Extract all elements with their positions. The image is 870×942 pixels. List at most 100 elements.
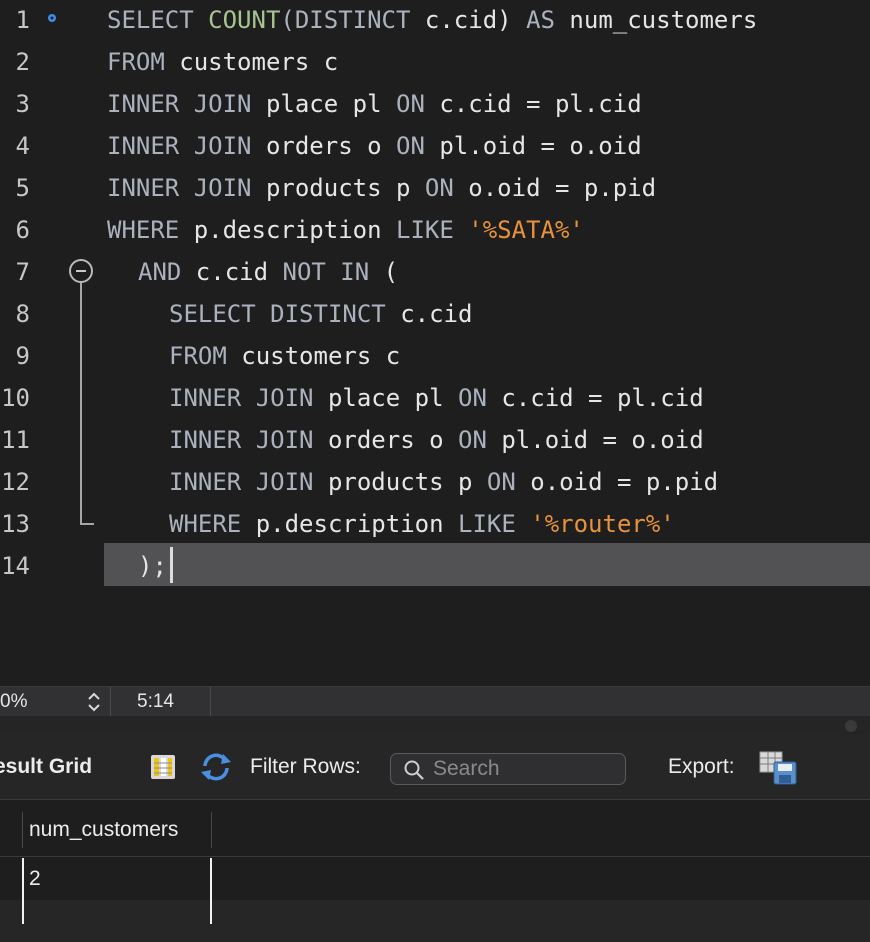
code-text[interactable]: INNER JOIN products p ON o.oid = p.pid xyxy=(107,168,656,210)
search-icon xyxy=(404,760,424,780)
code-text[interactable]: INNER JOIN orders o ON pl.oid = o.oid xyxy=(107,126,642,168)
line-number: 6 xyxy=(15,216,30,244)
table-row[interactable]: 2 xyxy=(0,858,870,900)
panel-splitter[interactable] xyxy=(0,716,870,734)
splitter-grip-icon[interactable] xyxy=(845,720,857,732)
line-number: 10 xyxy=(1,384,30,412)
code-line[interactable]: 10 INNER JOIN place pl ON c.cid = pl.cid xyxy=(0,378,870,420)
table-row-empty xyxy=(0,900,870,942)
code-token-keyword: NOT IN xyxy=(282,258,384,286)
code-token-keyword: ON xyxy=(396,90,440,118)
code-token-plain: c.cid xyxy=(195,258,283,286)
code-line[interactable]: 5 INNER JOIN products p ON o.oid = p.pid xyxy=(0,168,870,210)
code-line[interactable]: 3 INNER JOIN place pl ON c.cid = pl.cid xyxy=(0,84,870,126)
grid-header: num_customers xyxy=(0,800,870,857)
code-token-keyword: AND xyxy=(138,258,196,286)
code-line[interactable]: 7 AND c.cid NOT IN ( xyxy=(0,252,870,294)
code-text[interactable]: INNER JOIN place pl ON c.cid = pl.cid xyxy=(169,378,704,420)
grid-columns-icon[interactable] xyxy=(150,754,176,780)
status-divider xyxy=(210,687,211,717)
code-text[interactable]: INNER JOIN place pl ON c.cid = pl.cid xyxy=(107,84,642,126)
filter-rows-label: Filter Rows: xyxy=(250,755,361,778)
code-token-plain: pl.oid = o.oid xyxy=(439,132,642,160)
result-grid[interactable]: num_customers 2 xyxy=(0,800,870,942)
code-line[interactable]: 12 INNER JOIN products p ON o.oid = p.pid xyxy=(0,462,870,504)
code-text[interactable]: INNER JOIN products p ON o.oid = p.pid xyxy=(169,462,718,504)
code-text[interactable]: WHERE p.description LIKE '%router%' xyxy=(169,504,675,546)
code-token-plain: pl.oid = o.oid xyxy=(501,426,704,454)
zoom-stepper-chevron-icon[interactable] xyxy=(84,690,104,714)
export-label: Export: xyxy=(668,755,735,778)
code-line[interactable]: 13 WHERE p.description LIKE '%router%' xyxy=(0,504,870,546)
code-text[interactable]: FROM customers c xyxy=(107,42,338,84)
column-header-num-customers[interactable]: num_customers xyxy=(22,812,212,848)
sql-editor[interactable]: 1 SELECT COUNT(DISTINCT c.cid) AS num_cus… xyxy=(0,0,870,686)
code-token-keyword: AS xyxy=(526,6,570,34)
code-line[interactable]: 2 FROM customers c xyxy=(0,42,870,84)
code-token-plain: o.oid = p.pid xyxy=(468,174,657,202)
code-text[interactable]: AND c.cid NOT IN ( xyxy=(138,252,398,294)
code-token-plain: p.description xyxy=(255,510,458,538)
line-number: 13 xyxy=(1,510,30,538)
line-number: 5 xyxy=(15,174,30,202)
code-token-plain: place pl xyxy=(327,384,458,412)
code-token-plain: products p xyxy=(265,174,425,202)
cursor-position: 5:14 xyxy=(137,691,174,712)
code-token-plain: c.cid xyxy=(400,300,473,328)
code-text[interactable]: WHERE p.description LIKE '%SATA%' xyxy=(107,210,584,252)
code-token-keyword: ON xyxy=(458,384,502,412)
code-token-plain: customers c xyxy=(241,342,401,370)
zoom-level: 0% xyxy=(0,691,28,712)
column-header-label: num_customers xyxy=(29,818,179,841)
cell-value: 2 xyxy=(29,867,41,890)
code-token-plain: orders o xyxy=(265,132,396,160)
code-text[interactable]: SELECT COUNT(DISTINCT c.cid) AS num_cust… xyxy=(107,0,757,42)
code-token-keyword: INNER JOIN xyxy=(107,90,266,118)
code-token-plain: orders o xyxy=(327,426,458,454)
code-token-plain: customers c xyxy=(179,48,339,76)
text-caret xyxy=(170,547,173,583)
code-token-keyword: LIKE xyxy=(396,216,469,244)
code-token-plain: place pl xyxy=(265,90,396,118)
code-token-plain: p.description xyxy=(193,216,396,244)
fold-range-guide xyxy=(80,283,94,525)
code-token-keyword: FROM xyxy=(107,48,180,76)
code-text[interactable]: ); xyxy=(138,546,167,588)
code-token-string: '%SATA%' xyxy=(468,216,584,244)
refresh-icon[interactable] xyxy=(199,752,233,782)
filter-search-box[interactable] xyxy=(390,753,626,785)
code-token-plain: o.oid = p.pid xyxy=(530,468,719,496)
table-cell-empty xyxy=(22,900,212,924)
editor-status-bar: 0% 5:14 xyxy=(0,686,870,717)
code-text[interactable]: INNER JOIN orders o ON pl.oid = o.oid xyxy=(169,420,704,462)
code-token-keyword: SELECT xyxy=(107,6,209,34)
code-line[interactable]: 14); xyxy=(0,546,870,588)
code-token-keyword: WHERE xyxy=(107,216,194,244)
code-token-keyword: INNER JOIN xyxy=(169,426,328,454)
code-token-keyword: INNER JOIN xyxy=(107,174,266,202)
code-token-keyword: INNER JOIN xyxy=(107,132,266,160)
fold-collapse-icon[interactable] xyxy=(69,259,93,283)
code-token-keyword: ON xyxy=(396,132,440,160)
code-line[interactable]: 1 SELECT COUNT(DISTINCT c.cid) AS num_cus… xyxy=(0,0,870,42)
export-save-icon[interactable] xyxy=(758,750,798,786)
code-token-keyword: INNER JOIN xyxy=(169,468,328,496)
code-line[interactable]: 9 FROM customers c xyxy=(0,336,870,378)
code-line[interactable]: 8 SELECT DISTINCT c.cid xyxy=(0,294,870,336)
code-token-string: '%router%' xyxy=(530,510,675,538)
code-token-keyword: ON xyxy=(486,468,531,496)
table-cell[interactable]: 2 xyxy=(22,858,212,900)
code-line[interactable]: 6 WHERE p.description LIKE '%SATA%' xyxy=(0,210,870,252)
code-token-plain: c.cid = pl.cid xyxy=(501,384,704,412)
filter-search-input[interactable] xyxy=(433,754,621,784)
code-line[interactable]: 4 INNER JOIN orders o ON pl.oid = o.oid xyxy=(0,126,870,168)
code-token-keyword: WHERE xyxy=(169,510,256,538)
bookmark-gear-icon[interactable] xyxy=(47,13,57,23)
result-grid-title: esult Grid xyxy=(0,755,93,778)
code-text[interactable]: SELECT DISTINCT c.cid xyxy=(169,294,472,336)
line-number: 8 xyxy=(15,300,30,328)
code-text[interactable]: FROM customers c xyxy=(169,336,400,378)
code-line[interactable]: 11 INNER JOIN orders o ON pl.oid = o.oid xyxy=(0,420,870,462)
code-token-keyword: SELECT DISTINCT xyxy=(169,300,401,328)
code-token-keyword: INNER JOIN xyxy=(169,384,328,412)
